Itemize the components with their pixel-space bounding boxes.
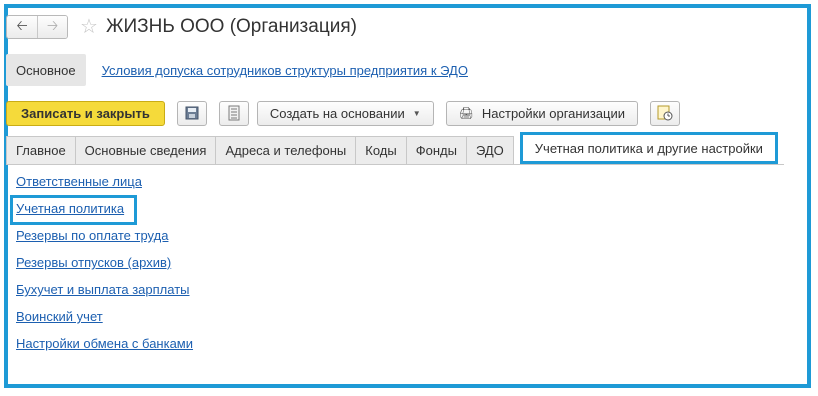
printer-icon: 🖨	[458, 106, 474, 120]
tab-addresses-phones[interactable]: Адреса и телефоны	[216, 136, 357, 164]
settings-link-list: Ответственные лица Учетная политика Резе…	[10, 172, 193, 361]
section-edo-access-link[interactable]: Условия допуска сотрудников структуры пр…	[102, 63, 468, 78]
chevron-down-icon: ▼	[412, 108, 421, 118]
create-based-on-button[interactable]: Создать на основании ▼	[256, 100, 434, 126]
back-arrow-icon[interactable]: 🡠	[7, 16, 37, 38]
forward-arrow-icon[interactable]: 🡢	[37, 16, 67, 38]
link-vacation-reserves[interactable]: Резервы отпусков (архив)	[16, 253, 193, 280]
save-button[interactable]	[176, 100, 207, 126]
tab-funds[interactable]: Фонды	[406, 136, 467, 164]
save-and-close-button[interactable]: Записать и закрыть	[6, 100, 165, 126]
tab-accounting-policy[interactable]: Учетная политика и другие настройки	[519, 132, 778, 164]
save-icon	[185, 106, 199, 120]
nav-buttons: 🡠 🡢	[6, 15, 68, 39]
link-military-records[interactable]: Воинский учет	[16, 307, 193, 334]
link-accounting-payroll[interactable]: Бухучет и выплата зарплаты	[16, 280, 193, 307]
tab-basic-info[interactable]: Основные сведения	[75, 136, 217, 164]
org-settings-label: Настройки организации	[481, 105, 625, 121]
link-accounting-policy[interactable]: Учетная политика	[10, 195, 138, 225]
section-main[interactable]: Основное	[6, 54, 86, 86]
org-settings-button[interactable]: 🖨 Настройки организации	[445, 100, 638, 126]
tab-divider	[6, 164, 784, 165]
title-bar: 🡠 🡢 ☆ ЖИЗНЬ ООО (Организация)	[6, 14, 357, 40]
list-icon	[228, 105, 240, 121]
link-payroll-reserves[interactable]: Резервы по оплате труда	[16, 226, 193, 253]
create-based-on-label: Создать на основании	[269, 105, 405, 121]
tab-main[interactable]: Главное	[6, 136, 76, 164]
section-bar: Основное Условия допуска сотрудников стр…	[6, 54, 468, 86]
toolbar: Записать и закрыть Создать на основании …	[6, 100, 680, 126]
history-button[interactable]	[649, 100, 680, 126]
tab-bar: Главное Основные сведения Адреса и телеф…	[6, 132, 778, 164]
tab-edo[interactable]: ЭДО	[466, 136, 514, 164]
star-icon[interactable]: ☆	[80, 17, 98, 37]
tab-codes[interactable]: Коды	[356, 136, 407, 164]
link-bank-exchange-settings[interactable]: Настройки обмена с банками	[16, 334, 193, 361]
list-button[interactable]	[218, 100, 249, 126]
page-title: ЖИЗНЬ ООО (Организация)	[105, 16, 357, 37]
history-icon	[657, 105, 673, 121]
